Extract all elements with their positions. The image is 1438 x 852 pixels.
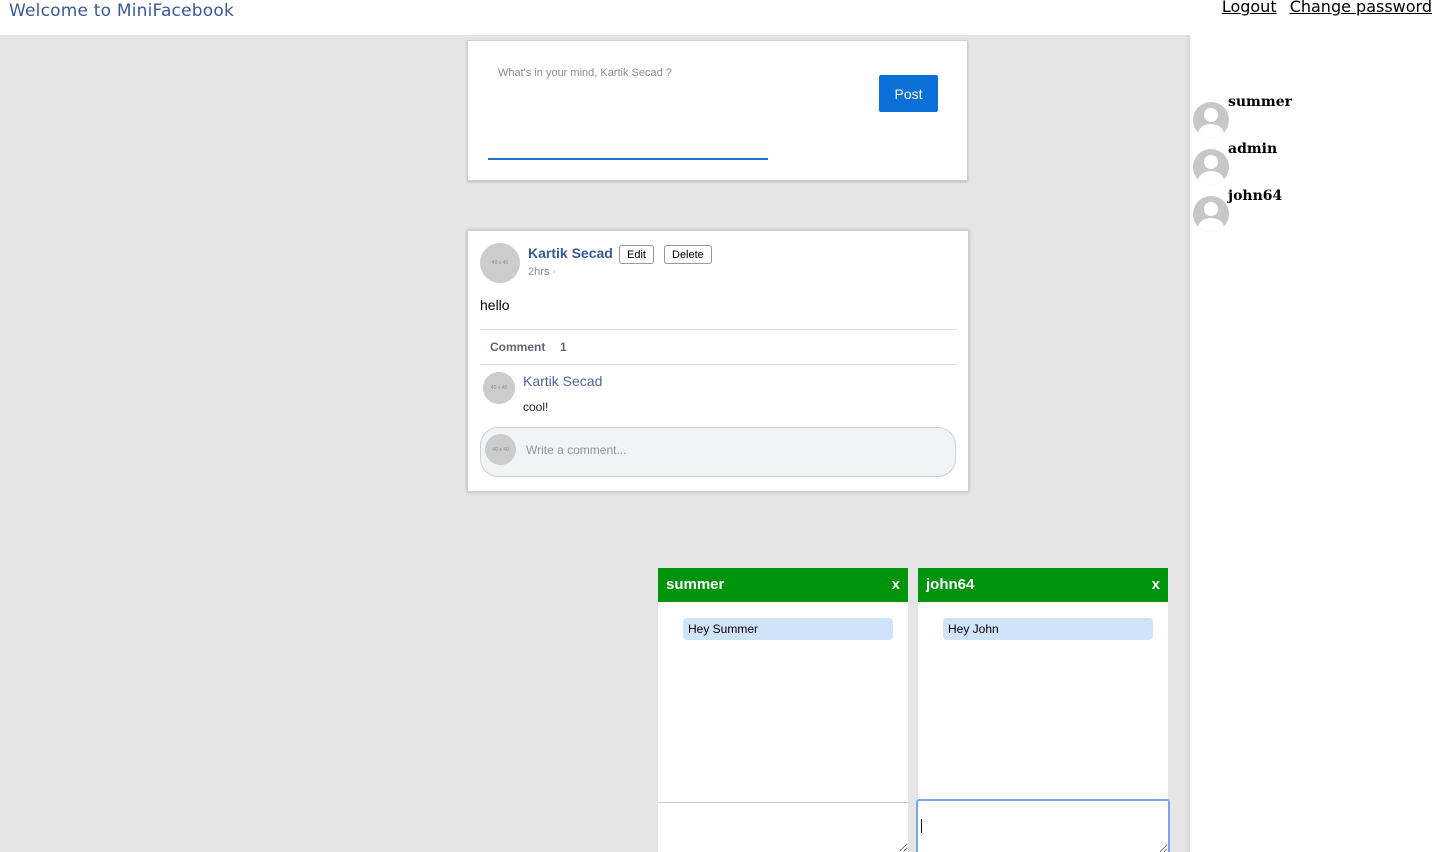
- delete-post-button[interactable]: Delete: [664, 245, 712, 264]
- post-body: hello: [480, 297, 510, 313]
- divider: [480, 364, 957, 365]
- avatar-placeholder-text: 40 x 40: [491, 260, 509, 266]
- friend-name: john64: [1228, 188, 1283, 204]
- friend-item-summer[interactable]: summer: [1193, 94, 1433, 138]
- friend-name: admin: [1228, 141, 1278, 157]
- comment-composer: 40 x 40: [480, 427, 956, 477]
- site-title: Welcome to MiniFacebook: [9, 1, 235, 21]
- user-silhouette-icon: [1193, 196, 1229, 232]
- user-silhouette-icon: [1193, 149, 1229, 185]
- post-card: 40 x 40 Kartik Secad Edit Delete 2hrs · …: [467, 230, 969, 492]
- divider: [480, 329, 957, 330]
- comment-author-avatar: 40 x 40: [483, 372, 515, 404]
- chat-input[interactable]: [916, 799, 1170, 852]
- comment-text: cool!: [523, 400, 549, 414]
- edit-post-button[interactable]: Edit: [619, 245, 654, 264]
- friends-sidebar: summer admin john64: [1187, 35, 1438, 852]
- comment-tab[interactable]: Comment: [490, 340, 545, 354]
- top-bar: Welcome to MiniFacebook Logout Change pa…: [0, 0, 1438, 35]
- comment-count: 1: [560, 340, 567, 354]
- change-password-link[interactable]: Change password: [1290, 0, 1432, 16]
- avatar-placeholder-text: 40 x 40: [490, 385, 508, 391]
- post-button[interactable]: Post: [879, 75, 938, 112]
- chat-message: Hey John: [943, 618, 1153, 640]
- avatar-placeholder-text: 40 x 40: [492, 446, 509, 453]
- comment-author-name[interactable]: Kartik Secad: [523, 373, 602, 389]
- chat-input[interactable]: [658, 802, 908, 852]
- comment-input[interactable]: [526, 440, 946, 460]
- chat-window-summer: summer x Hey Summer: [658, 568, 908, 852]
- chat-header: summer x: [658, 568, 908, 602]
- chat-header: john64 x: [918, 568, 1168, 602]
- commenter-avatar: 40 x 40: [485, 434, 516, 465]
- user-silhouette-icon: [1193, 102, 1229, 138]
- post-author-avatar: 40 x 40: [480, 243, 520, 283]
- close-chat-button[interactable]: x: [1152, 576, 1160, 593]
- chat-window-john64: john64 x Hey John: [916, 568, 1170, 852]
- friend-item-john64[interactable]: john64: [1193, 188, 1433, 232]
- friend-name: summer: [1228, 94, 1292, 110]
- post-author-name[interactable]: Kartik Secad: [528, 245, 613, 261]
- chat-title: john64: [926, 576, 975, 593]
- post-composer: Post: [467, 40, 968, 181]
- logout-link[interactable]: Logout: [1222, 0, 1277, 16]
- friend-item-admin[interactable]: admin: [1193, 141, 1433, 185]
- post-timestamp: 2hrs ·: [528, 266, 557, 278]
- chat-title: summer: [666, 576, 725, 593]
- text-caret: [921, 819, 922, 833]
- top-links: Logout Change password: [1214, 0, 1432, 16]
- chat-message: Hey Summer: [683, 618, 893, 640]
- status-input[interactable]: [488, 63, 768, 160]
- close-chat-button[interactable]: x: [892, 576, 900, 593]
